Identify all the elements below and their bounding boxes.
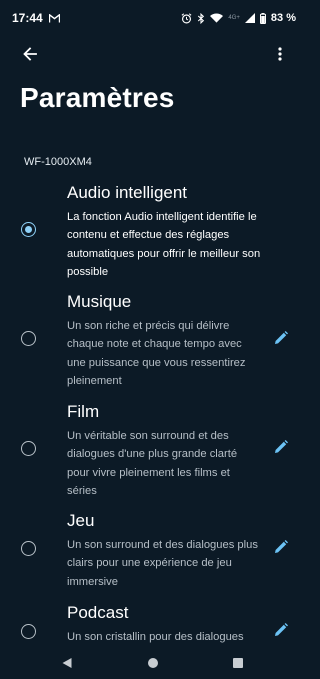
option-description: Un son cristallin pour des dialogues <box>67 631 244 643</box>
option-description: Un son riche et précis qui délivre chaqu… <box>67 320 246 388</box>
gmail-icon <box>48 13 60 23</box>
option-description: La fonction Audio intelligent identifie … <box>67 211 261 279</box>
option-audio-intelligent[interactable]: Audio intelligent La fonction Audio inte… <box>0 183 306 279</box>
wifi-icon <box>210 13 224 23</box>
status-time: 17:44 <box>12 11 43 25</box>
system-navigation-bar <box>0 648 306 679</box>
battery-icon <box>259 12 266 24</box>
more-options-button[interactable] <box>268 42 292 66</box>
page-title: Paramètres <box>20 82 175 113</box>
edit-icon[interactable] <box>273 330 289 346</box>
option-podcast[interactable]: Podcast Un son cristallin pour des dialo… <box>0 603 306 649</box>
status-bar: 17:44 4G+ 83 % <box>0 0 306 36</box>
option-title: Podcast <box>67 603 129 622</box>
radio-jeu[interactable] <box>21 541 36 556</box>
option-title: Jeu <box>67 511 95 530</box>
edit-icon[interactable] <box>273 539 289 555</box>
option-title: Audio intelligent <box>67 183 188 202</box>
arrow-back-icon <box>18 47 42 70</box>
alarm-icon <box>181 12 192 24</box>
edit-icon[interactable] <box>273 439 289 455</box>
option-title: Film <box>67 402 100 421</box>
square-recents-icon <box>232 656 244 673</box>
toolbar <box>0 38 306 70</box>
network-type-label: 4G+ <box>228 15 240 21</box>
device-name: WF-1000XM4 <box>24 156 92 168</box>
nav-recents-button[interactable] <box>232 656 244 674</box>
signal-icon <box>244 13 255 23</box>
bluetooth-icon <box>197 12 205 24</box>
radio-podcast[interactable] <box>21 624 36 639</box>
circle-home-icon <box>147 656 159 673</box>
option-description: Un son surround et des dialogues plus cl… <box>67 539 258 588</box>
option-description: Un véritable son surround et des dialogu… <box>67 430 238 498</box>
option-film[interactable]: Film Un véritable son surround et des di… <box>0 402 306 498</box>
option-jeu[interactable]: Jeu Un son surround et des dialogues plu… <box>0 511 306 589</box>
radio-audio-intelligent[interactable] <box>21 222 36 237</box>
radio-film[interactable] <box>21 441 36 456</box>
triangle-back-icon <box>61 656 73 673</box>
radio-musique[interactable] <box>21 331 36 346</box>
nav-home-button[interactable] <box>147 656 159 674</box>
more-vert-icon <box>268 47 292 70</box>
option-title: Musique <box>67 292 132 311</box>
back-button[interactable] <box>18 42 42 66</box>
nav-back-button[interactable] <box>61 656 73 674</box>
battery-percent: 83 % <box>270 12 296 24</box>
edit-icon[interactable] <box>273 622 289 638</box>
option-musique[interactable]: Musique Un son riche et précis qui déliv… <box>0 292 306 388</box>
